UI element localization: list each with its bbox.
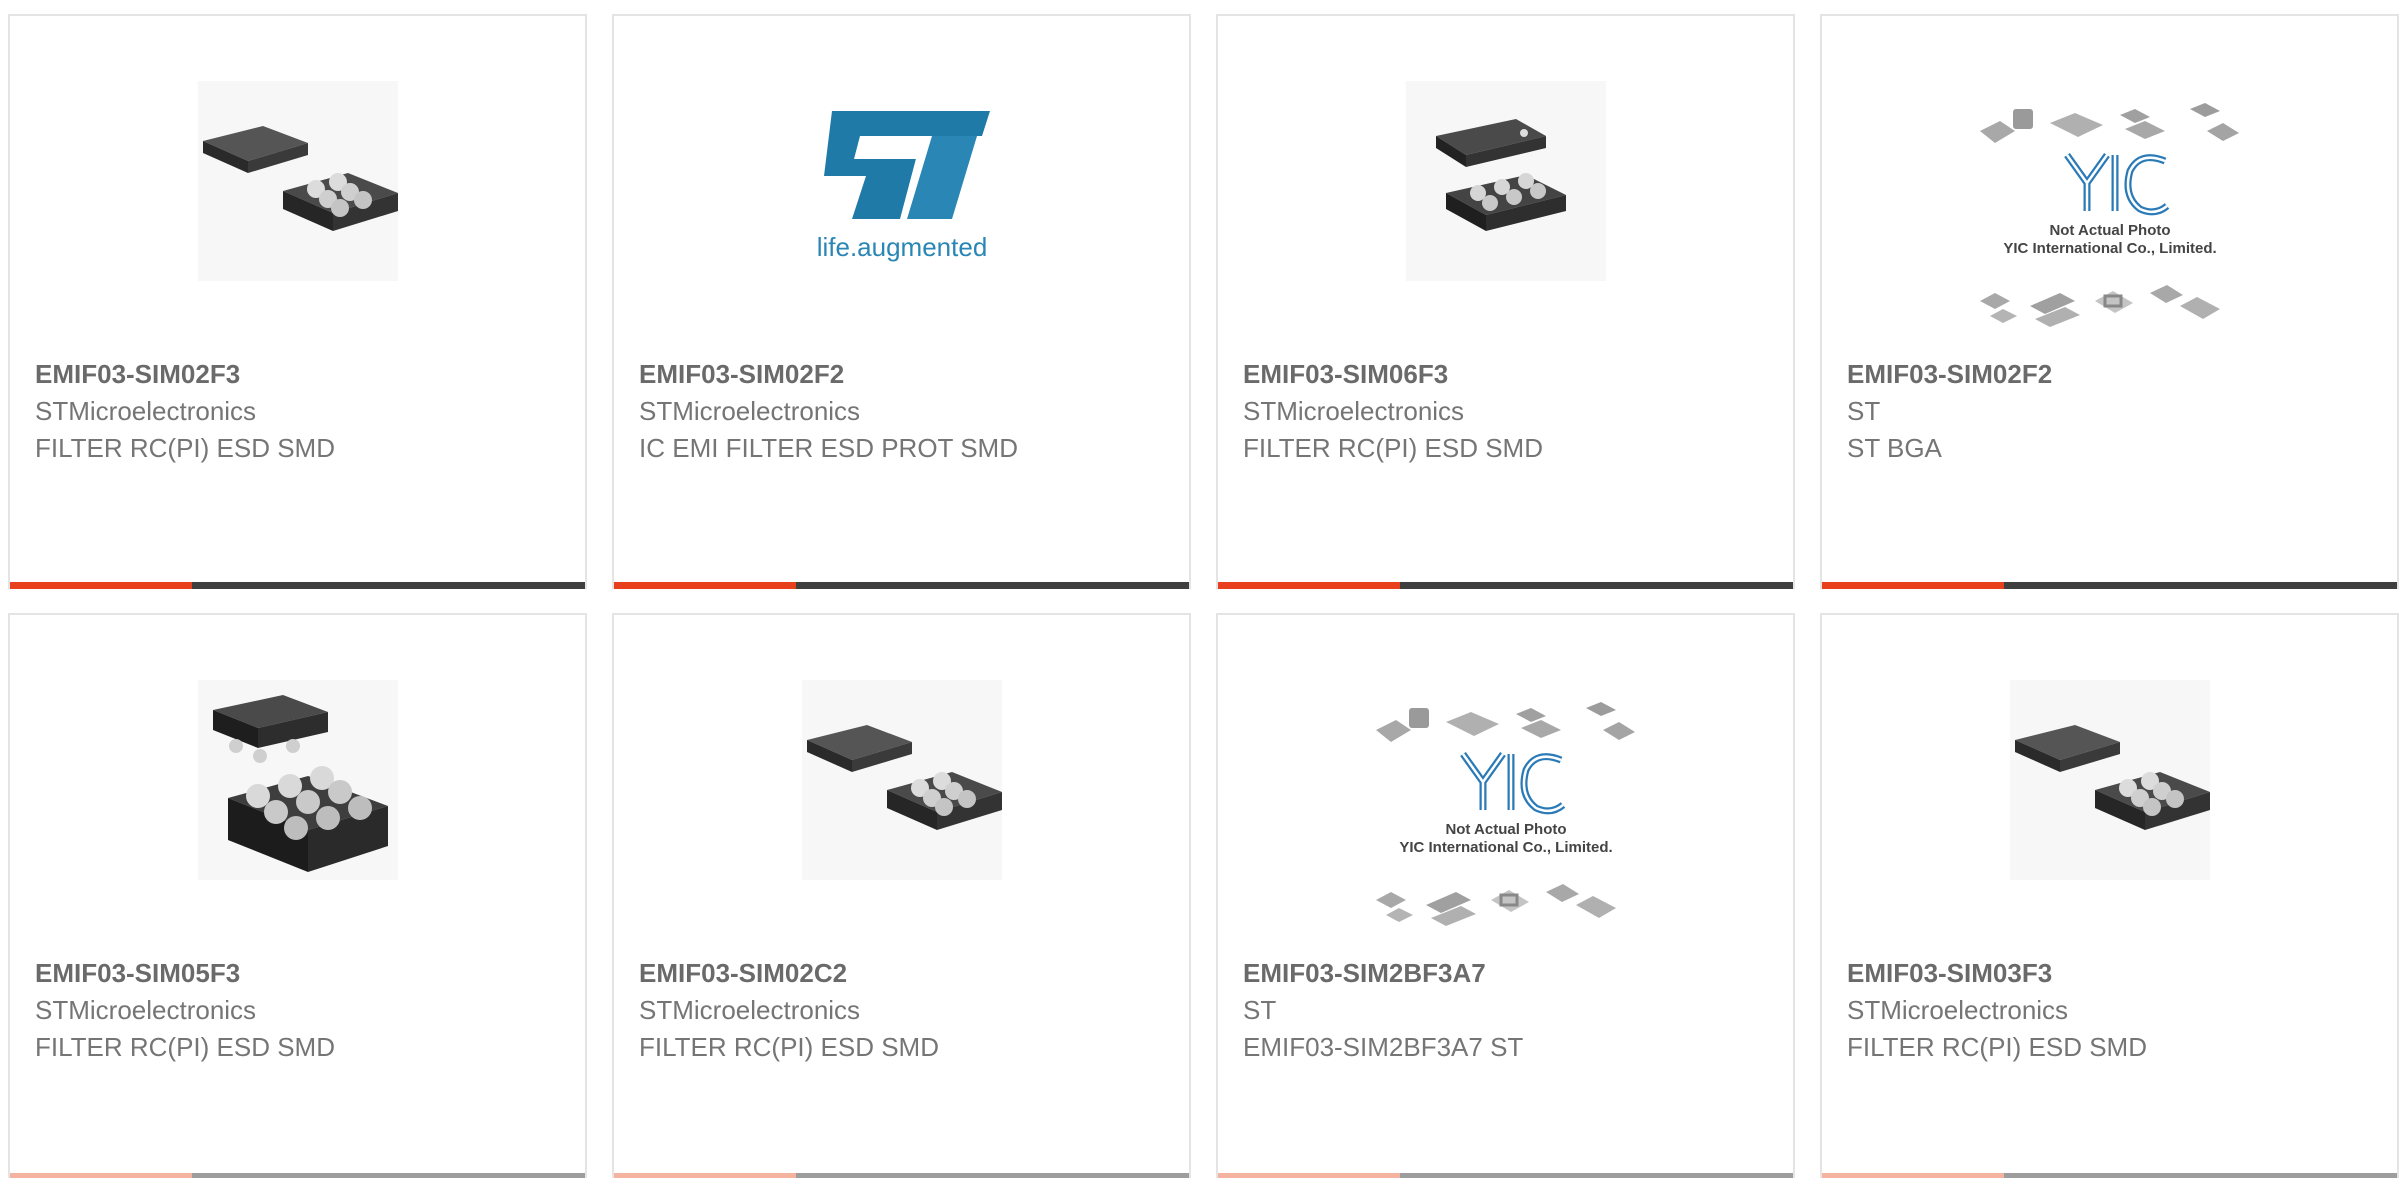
manufacturer: STMicroelectronics [35,396,257,426]
product-image[interactable] [2009,680,2210,880]
part-number-link[interactable]: EMIF03-SIM05F3 [35,955,565,992]
product-image[interactable] [197,680,398,880]
card-accent-bar [1822,582,2397,589]
description: FILTER RC(PI) ESD SMD [639,1032,939,1062]
placeholder-line-2: YIC International Co., Limited. [2003,240,2216,257]
manufacturer: ST [1847,396,1881,426]
part-number-link[interactable]: EMIF03-SIM03F3 [1847,955,2377,992]
card-accent-bar [1218,1173,1793,1178]
manufacturer: STMicroelectronics [639,396,861,426]
chip-pair-icon [2014,725,2210,830]
st-logo-icon: life.augmented [816,111,990,262]
product-image[interactable]: Not Actual Photo YIC International Co., … [1975,101,2245,341]
placeholder-line-2: YIC International Co., Limited. [1399,839,1612,856]
description: FILTER RC(PI) ESD SMD [35,433,335,463]
product-card[interactable]: EMIF03-SIM05F3 STMicroelectronics FILTER… [8,613,587,1178]
placeholder-line-1: Not Actual Photo [2049,222,2170,239]
product-image[interactable] [801,680,1002,880]
product-image[interactable]: life.augmented [802,81,1002,281]
manufacturer: ST [1243,995,1277,1025]
card-accent-bar [614,582,1189,589]
description: EMIF03-SIM2BF3A7 ST [1243,1032,1524,1062]
part-number-link[interactable]: EMIF03-SIM06F3 [1243,356,1773,393]
product-card[interactable]: EMIF03-SIM03F3 STMicroelectronics FILTER… [1820,613,2399,1178]
part-number-link[interactable]: EMIF03-SIM02C2 [639,955,1169,992]
yic-placeholder-icon: Not Actual Photo YIC International Co., … [1375,702,1635,926]
placeholder-line-1: Not Actual Photo [1445,821,1566,838]
manufacturer: STMicroelectronics [35,995,257,1025]
card-accent-bar [10,582,585,589]
part-number-link[interactable]: EMIF03-SIM2BF3A7 [1243,955,1773,992]
manufacturer: STMicroelectronics [639,995,861,1025]
manufacturer: STMicroelectronics [1243,396,1465,426]
card-accent-bar [10,1173,585,1178]
product-card[interactable]: Not Actual Photo YIC International Co., … [1820,14,2399,589]
card-accent-bar [1822,1173,2397,1178]
product-card[interactable]: EMIF03-SIM06F3 STMicroelectronics FILTER… [1216,14,1795,589]
product-image[interactable] [197,81,398,281]
yic-placeholder-icon: Not Actual Photo YIC International Co., … [1979,103,2239,327]
chip-pair-icon [202,126,398,231]
manufacturer: STMicroelectronics [1847,995,2069,1025]
product-grid: EMIF03-SIM02F3 STMicroelectronics FILTER… [8,14,2400,1178]
description: ST BGA [1847,433,1942,463]
card-accent-bar [614,1173,1189,1178]
logo-tagline: life.augmented [816,232,987,262]
part-number-link[interactable]: EMIF03-SIM02F2 [1847,356,2377,393]
chip-stacked-icon [1435,119,1566,231]
product-image[interactable] [1405,81,1606,281]
chip-stacked-large-icon [212,695,388,872]
description: FILTER RC(PI) ESD SMD [35,1032,335,1062]
product-card[interactable]: life.augmented EMIF03-SIM02F2 STMicroele… [612,14,1191,589]
product-card[interactable]: EMIF03-SIM02C2 STMicroelectronics FILTER… [612,613,1191,1178]
product-card[interactable]: EMIF03-SIM02F3 STMicroelectronics FILTER… [8,14,587,589]
product-image[interactable]: Not Actual Photo YIC International Co., … [1371,700,1641,940]
product-card[interactable]: Not Actual Photo YIC International Co., … [1216,613,1795,1178]
card-accent-bar [1218,582,1793,589]
part-number-link[interactable]: EMIF03-SIM02F2 [639,356,1169,393]
description: IC EMI FILTER ESD PROT SMD [639,433,1018,463]
part-number-link[interactable]: EMIF03-SIM02F3 [35,356,565,393]
chip-pair-icon [806,725,1002,830]
description: FILTER RC(PI) ESD SMD [1847,1032,2147,1062]
description: FILTER RC(PI) ESD SMD [1243,433,1543,463]
